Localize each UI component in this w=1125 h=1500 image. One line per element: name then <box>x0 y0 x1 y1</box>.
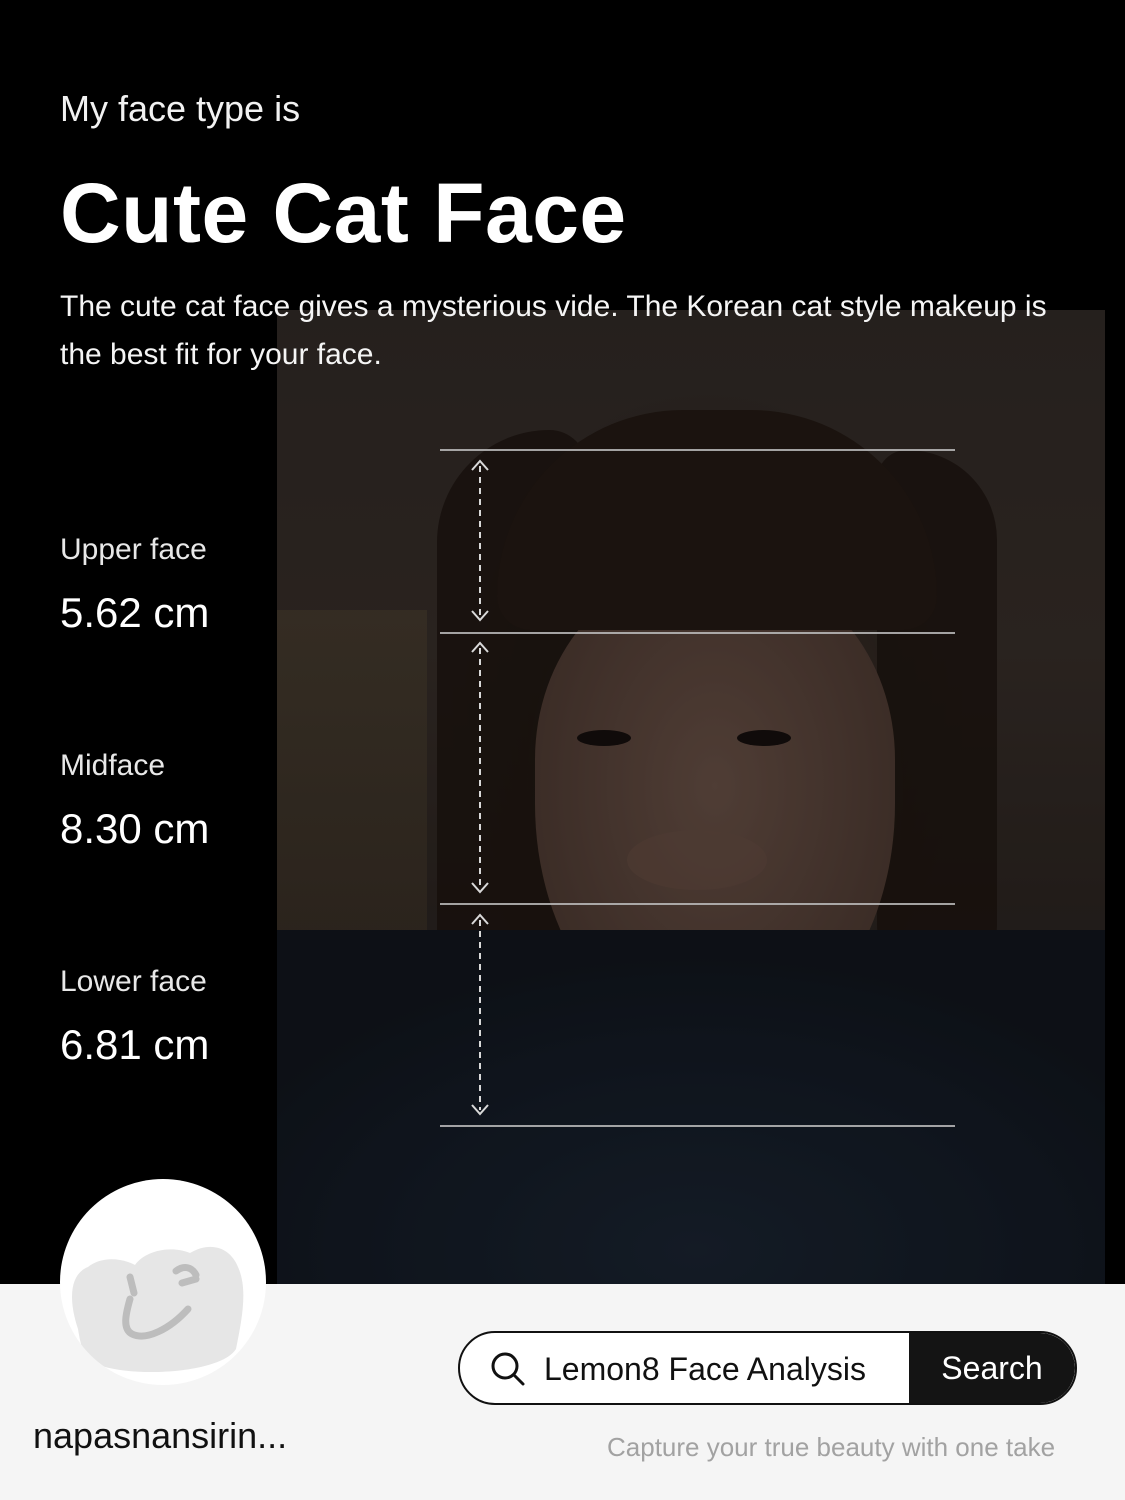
winking-cat-avatar-icon <box>72 1246 244 1373</box>
user-avatar[interactable] <box>60 1179 266 1385</box>
tagline: Capture your true beauty with one take <box>607 1432 1056 1462</box>
lower-face-metric: Lower face 6.81 cm <box>60 965 209 1069</box>
username[interactable]: napasnansirin... <box>33 1415 287 1457</box>
search-icon <box>491 1352 525 1386</box>
photo-dim-overlay <box>277 310 1105 1285</box>
metric-value: 8.30 cm <box>60 805 210 852</box>
search-bar[interactable]: Lemon8 Face Analysis Search <box>458 1331 1077 1405</box>
midface-metric: Midface 8.30 cm <box>60 749 209 853</box>
face-type-title: Cute Cat Face <box>60 166 627 260</box>
metric-label: Lower face <box>60 965 207 998</box>
metric-value: 5.62 cm <box>60 589 210 636</box>
face-type-intro: My face type is <box>60 88 301 129</box>
face-type-description: The cute cat face gives a mysterious vid… <box>60 290 1047 371</box>
upper-face-metric: Upper face 5.62 cm <box>60 533 209 637</box>
search-button[interactable]: Search <box>909 1333 1075 1403</box>
face-analysis-screen: My face type is Cute Cat Face The cute c… <box>0 0 1125 1500</box>
face-photo <box>277 310 1105 1285</box>
search-query[interactable]: Lemon8 Face Analysis <box>544 1351 866 1388</box>
metric-label: Midface <box>60 749 166 782</box>
metric-label: Upper face <box>60 533 207 566</box>
metric-value: 6.81 cm <box>60 1021 210 1068</box>
